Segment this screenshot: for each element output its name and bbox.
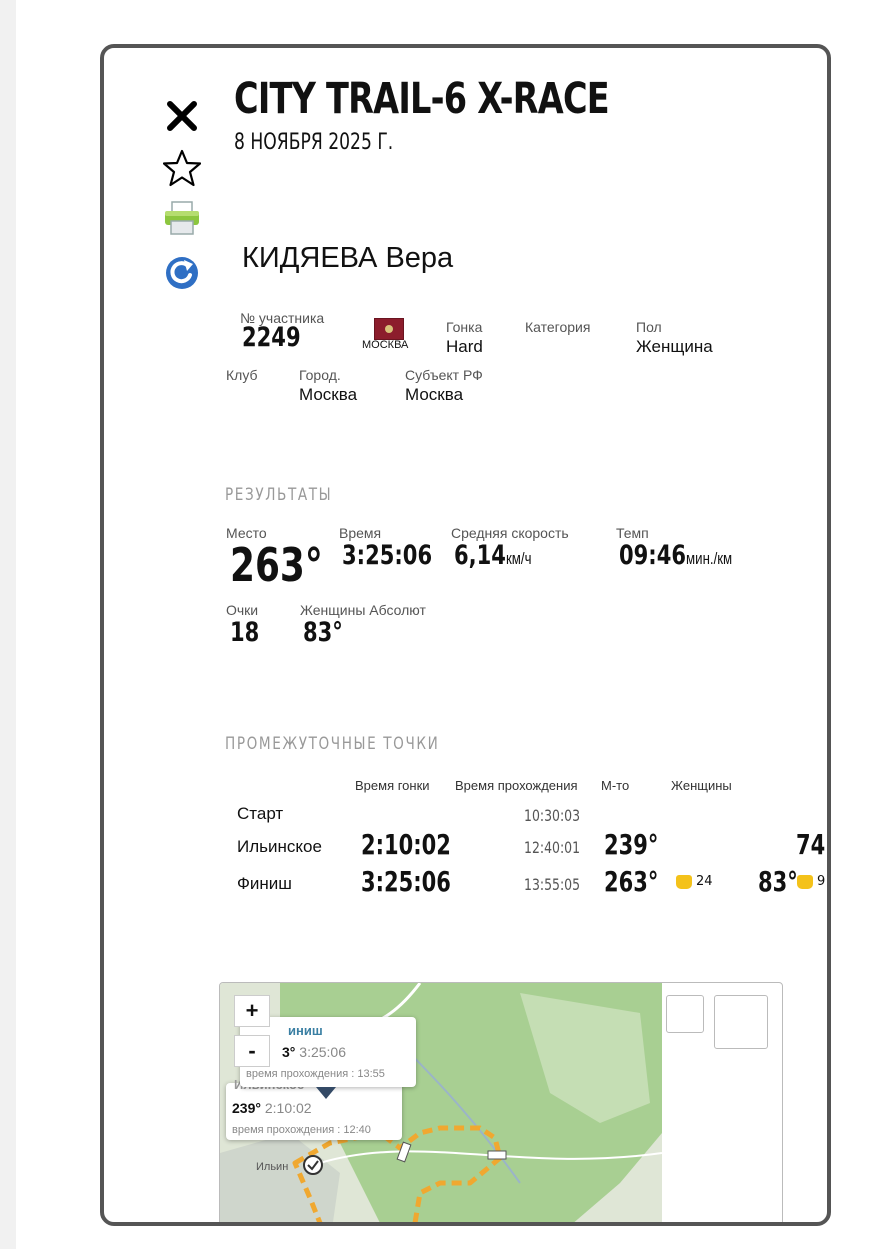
city-value: Москва [299, 385, 358, 404]
star-icon[interactable] [162, 148, 202, 188]
race-label: Гонка [446, 319, 483, 335]
close-icon[interactable] [162, 96, 202, 136]
zoom-out-button[interactable]: - [234, 1035, 270, 1067]
participant-number: 2249 [242, 322, 301, 353]
popup-finish-result: 3° 3:25:06 [282, 1044, 346, 1060]
map-town-label: Ильин [256, 1161, 289, 1173]
split-place-finish: 263° [604, 865, 659, 898]
medal-icon [797, 874, 813, 889]
speed-value: 6,14км/ч [454, 540, 532, 571]
time-label: Время [339, 525, 382, 541]
split-women-finish: 83° [758, 865, 798, 898]
refresh-icon[interactable] [162, 252, 202, 292]
result-card: CITY TRAIL-6 X-RACE 8 НОЯБРЯ 2025 Г. КИД… [100, 44, 831, 1226]
split-race-time-finish: 3:25:06 [361, 865, 451, 898]
event-title: CITY TRAIL-6 X-RACE [234, 74, 610, 124]
medal-icon [676, 874, 692, 889]
city-label: Город. [299, 367, 341, 383]
header-pass-time: Время прохождения [455, 778, 578, 793]
speed-label: Средняя скорость [451, 525, 569, 541]
women-abs-value: 83° [303, 617, 343, 648]
gender-label: Пол [636, 319, 662, 335]
split-name-ilinskoe: Ильинское [237, 837, 322, 856]
header-race-time: Время гонки [355, 778, 430, 793]
split-women-ilinskoe: 74° [796, 828, 827, 861]
split-name-finish: Финиш [237, 874, 292, 893]
split-place-ilinskoe: 239° [604, 828, 659, 861]
region-label: Субъект РФ [405, 367, 483, 383]
popup-finish-pass: время прохождения : 13:55 [246, 1068, 385, 1080]
participant-name: КИДЯЕВА Вера [242, 242, 454, 274]
printer-icon[interactable] [162, 198, 202, 238]
speed-unit: км/ч [505, 549, 532, 568]
pace-value: 09:46мин./км [619, 540, 733, 571]
splits-section-title: ПРОМЕЖУТОЧНЫЕ ТОЧКИ [225, 734, 440, 754]
region-value: Москва [405, 385, 464, 404]
header-women: Женщины [671, 778, 732, 793]
map-layer-button[interactable] [666, 995, 704, 1033]
popup-ilinskoe-result: 239° 2:10:02 [232, 1100, 312, 1116]
women-abs-label: Женщины Абсолют [300, 602, 426, 618]
race-value: Hard [446, 337, 483, 356]
coat-of-arms-icon [385, 325, 393, 333]
flag-caption: МОСКВА [362, 339, 409, 351]
split-medal-finish: 24 [676, 874, 713, 889]
zoom-in-button[interactable]: + [234, 995, 270, 1027]
map-fullscreen-button[interactable] [714, 995, 768, 1049]
split-name-start: Старт [237, 804, 284, 823]
popup-pointer [316, 1087, 336, 1099]
split-pass-start: 10:30:03 [524, 806, 581, 825]
split-women-medal-finish: 9 [797, 874, 825, 889]
popup-ilinskoe[interactable]: Ильинское 239° 2:10:02 время прохождения… [226, 1077, 402, 1140]
header-place: М-то [601, 778, 630, 793]
gender-value: Женщина [636, 337, 713, 356]
popup-ilinskoe-pass: время прохождения : 12:40 [232, 1124, 371, 1136]
pace-unit: мин./км [686, 549, 733, 568]
route-map[interactable]: Ильин Ильинское 239° 2:10:02 время прохо… [219, 982, 783, 1222]
split-pass-ilinskoe: 12:40:01 [524, 838, 581, 857]
place-value: 263° [230, 538, 323, 592]
results-section-title: РЕЗУЛЬТАТЫ [225, 485, 333, 505]
popup-finish-title: иниш [288, 1023, 323, 1038]
points-value: 18 [230, 617, 260, 648]
time-value: 3:25:06 [342, 540, 433, 571]
split-pass-finish: 13:55:05 [524, 875, 581, 894]
split-race-time-ilinskoe: 2:10:02 [361, 828, 451, 861]
points-label: Очки [226, 602, 259, 618]
region-flag [374, 318, 404, 340]
category-label: Категория [525, 319, 591, 335]
event-date: 8 НОЯБРЯ 2025 Г. [234, 130, 394, 155]
pace-label: Темп [616, 525, 649, 541]
club-label: Клуб [226, 367, 258, 383]
